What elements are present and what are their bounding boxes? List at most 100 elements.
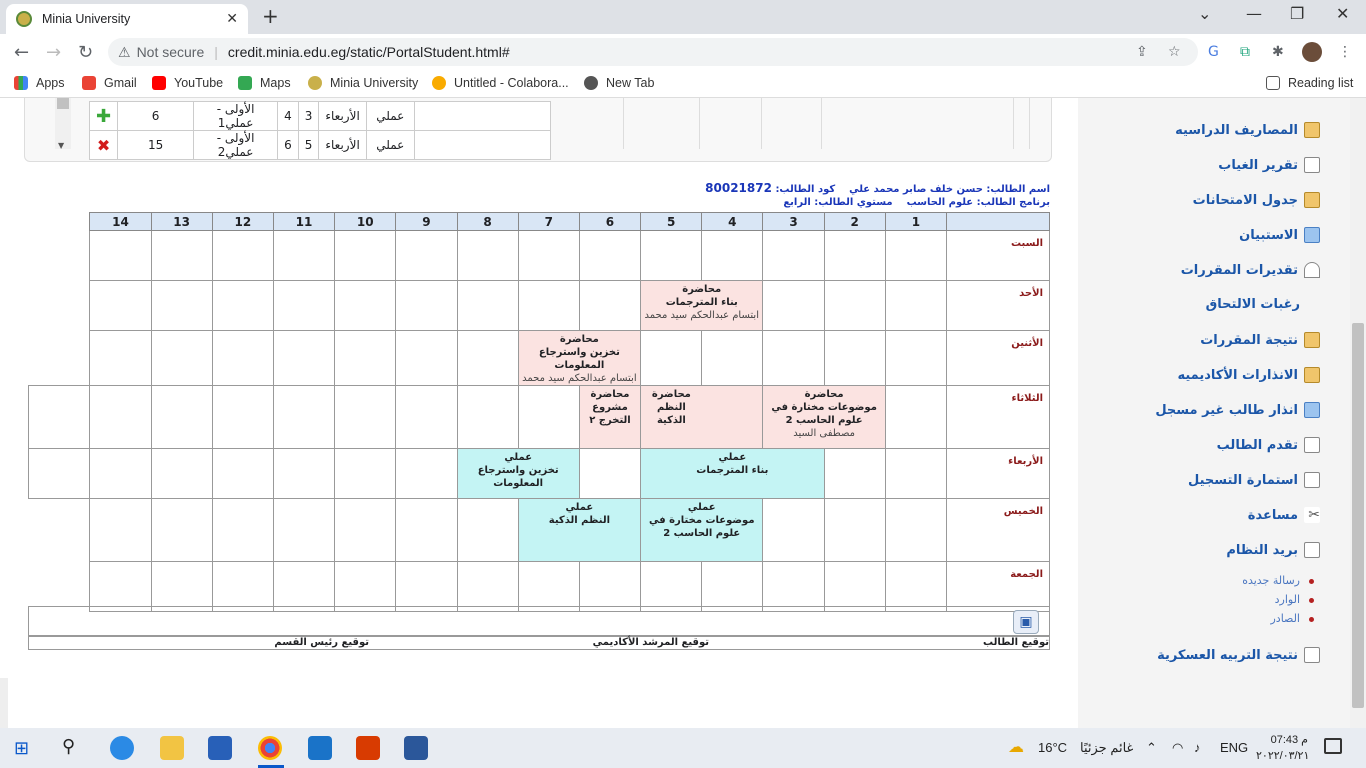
page-scroll-thumb[interactable]	[1352, 323, 1364, 708]
forward-icon[interactable]: →	[46, 42, 61, 63]
sidebar-item-registration[interactable]: استمارة التسجيل	[1188, 472, 1320, 488]
corner-cell	[946, 212, 1050, 231]
temperature[interactable]: 16°C	[1038, 740, 1067, 755]
plus-icon[interactable]: ✚	[96, 106, 111, 127]
chrome-icon[interactable]	[258, 736, 282, 760]
file-explorer-icon[interactable]	[160, 736, 184, 760]
weather-text[interactable]: غائم جزئيًا	[1080, 740, 1133, 756]
form-icon	[1304, 227, 1320, 243]
bookmark-colab[interactable]: Untitled - Colabora...	[432, 76, 569, 90]
gmail-icon	[82, 76, 96, 90]
new-tab-icon[interactable]: +	[262, 4, 279, 28]
word-icon[interactable]	[404, 736, 428, 760]
student-code: 80021872	[705, 181, 772, 195]
edge-icon[interactable]	[110, 736, 134, 760]
day-row-friday: الجمعة	[29, 561, 1050, 612]
bookmark-label: Minia University	[330, 76, 419, 90]
sidebar-item-progress[interactable]: تقدم الطالب	[1217, 437, 1320, 453]
session-kind: عملي	[504, 452, 533, 463]
translate-icon[interactable]: G	[1208, 44, 1219, 60]
maximize-icon[interactable]: ❐	[1290, 4, 1304, 23]
bookmark-gmail[interactable]: Gmail	[82, 76, 137, 90]
session-cell[interactable]: عملي تخزين واسترجاع المعلومات	[456, 448, 580, 499]
url-text[interactable]: credit.minia.edu.eg/static/PortalStudent…	[228, 44, 510, 60]
close-tab-icon[interactable]: ✕	[226, 10, 238, 27]
folder-icon	[1304, 122, 1320, 138]
sidebar-item-label: الاستبيان	[1239, 227, 1298, 243]
session-cell[interactable]: محاضرة مشروع التخرج ٢	[578, 385, 642, 449]
sidebar-item-unregistered[interactable]: انذار طالب غير مسجل	[1155, 402, 1320, 418]
mail-app-icon[interactable]	[308, 736, 332, 760]
panel-scrollbar[interactable]: ▼	[55, 98, 71, 150]
office-icon[interactable]	[356, 736, 380, 760]
minimize-icon[interactable]: —	[1246, 4, 1262, 23]
divider	[761, 98, 762, 149]
bookmark-youtube[interactable]: YouTube	[152, 76, 223, 90]
session-cell[interactable]: محاضرة موضوعات مختارة في علوم الحاسب 2 م…	[762, 385, 886, 449]
session-cell[interactable]: عملي موضوعات مختارة في علوم الحاسب 2	[640, 498, 764, 562]
share-icon[interactable]: ⇪	[1136, 44, 1148, 60]
clock[interactable]: م 07:43 ٢٠٢٢/٠٣/٢١	[1256, 732, 1309, 764]
bookmark-newtab[interactable]: New Tab	[584, 76, 654, 90]
program-label: برنامج الطالب:	[976, 197, 1050, 208]
sidebar-item-mail[interactable]: بريد النظام	[1226, 542, 1320, 558]
panel-scroll-thumb[interactable]	[57, 98, 69, 109]
weather-icon[interactable]: ☁	[1008, 737, 1024, 757]
notifications-icon[interactable]	[1324, 738, 1342, 754]
address-bar[interactable]: ⚠ Not secure | credit.minia.edu.eg/stati…	[108, 38, 1198, 66]
not-secure-label[interactable]: Not secure	[137, 44, 205, 60]
tab-search-icon[interactable]: ⌄	[1198, 4, 1211, 23]
session-cell[interactable]: عملي بناء المترجمات	[640, 448, 825, 499]
browser-tab[interactable]: Minia University ✕	[6, 4, 248, 34]
store-icon[interactable]	[208, 736, 232, 760]
volume-icon[interactable]: ♪	[1194, 740, 1201, 755]
session-cell[interactable]: محاضرة بناء المترجمات ابتسام عبدالحكم سي…	[640, 280, 764, 331]
screenshot-ext-icon[interactable]: ⧉	[1240, 44, 1250, 60]
bookmark-star-icon[interactable]: ☆	[1168, 44, 1181, 60]
sidebar-item-wishes[interactable]: رغبات الالتحاق	[1206, 297, 1300, 312]
search-icon[interactable]: ⚲	[62, 736, 75, 757]
menu-icon[interactable]: ⋮	[1338, 44, 1352, 60]
warning-icon[interactable]: ⚠	[118, 44, 131, 61]
remove-group-button[interactable]: ✖	[88, 130, 119, 160]
sidebar-item-label: تقدم الطالب	[1216, 437, 1298, 453]
reading-list[interactable]: Reading list	[1266, 76, 1353, 90]
session-kind: محاضرة	[682, 284, 722, 295]
group-day: الأربعاء	[318, 101, 367, 131]
session-cell[interactable]: عملي النظم الذكية	[517, 498, 642, 562]
add-group-button[interactable]: ✚	[88, 101, 119, 131]
bookmark-apps[interactable]: Apps	[14, 76, 65, 90]
sidebar-item-survey[interactable]: الاستبيان	[1239, 227, 1320, 243]
extensions-icon[interactable]: ✱	[1272, 44, 1284, 60]
windows-start-icon[interactable]: ⊞	[14, 738, 29, 759]
sidebar-item-grades[interactable]: تقديرات المقررات	[1181, 262, 1320, 278]
bookmark-maps[interactable]: Maps	[238, 76, 291, 90]
sidebar-item-military[interactable]: نتيجة التربيه العسكرية	[1157, 647, 1320, 663]
back-icon[interactable]: ←	[14, 42, 29, 63]
chevron-up-icon[interactable]: ⌃	[1146, 740, 1157, 756]
profile-avatar[interactable]	[1302, 42, 1322, 62]
wifi-icon[interactable]: ◠	[1172, 740, 1183, 756]
minia-favicon-icon	[16, 11, 32, 27]
reload-icon[interactable]: ↻	[78, 42, 93, 63]
divider	[699, 98, 700, 149]
mail-sent[interactable]: الصادر	[1270, 612, 1314, 625]
globe-icon	[584, 76, 598, 90]
page-scrollbar[interactable]	[1350, 98, 1366, 728]
mail-inbox[interactable]: الوارد	[1275, 593, 1315, 606]
sidebar-item-warnings[interactable]: الانذارات الأكاديميه	[1177, 367, 1320, 383]
session-cell[interactable]: محاضرة النظم الذكية	[640, 385, 702, 449]
sidebar-item-help[interactable]: ✂ مساعدة	[1248, 507, 1320, 523]
sidebar-item-fees[interactable]: المصاريف الدراسيه	[1175, 122, 1320, 138]
close-window-icon[interactable]: ✕	[1336, 4, 1349, 23]
session-cell[interactable]: محاضرة تخزين واسترجاع المعلومات ابتسام ع…	[517, 330, 642, 386]
save-button[interactable]: ▣	[1013, 610, 1039, 634]
language-indicator[interactable]: ENG	[1220, 740, 1248, 755]
sidebar-item-results[interactable]: نتيجة المقررات	[1200, 332, 1320, 348]
sidebar-item-absence[interactable]: تقرير الغياب	[1218, 157, 1320, 173]
bookmark-minia[interactable]: Minia University	[308, 76, 418, 90]
remove-x-icon[interactable]: ✖	[97, 136, 110, 155]
scroll-down-icon[interactable]: ▼	[58, 141, 64, 150]
sidebar-item-exams[interactable]: جدول الامتحانات	[1193, 192, 1320, 208]
mail-new-message[interactable]: رسالة جديده	[1242, 574, 1314, 587]
